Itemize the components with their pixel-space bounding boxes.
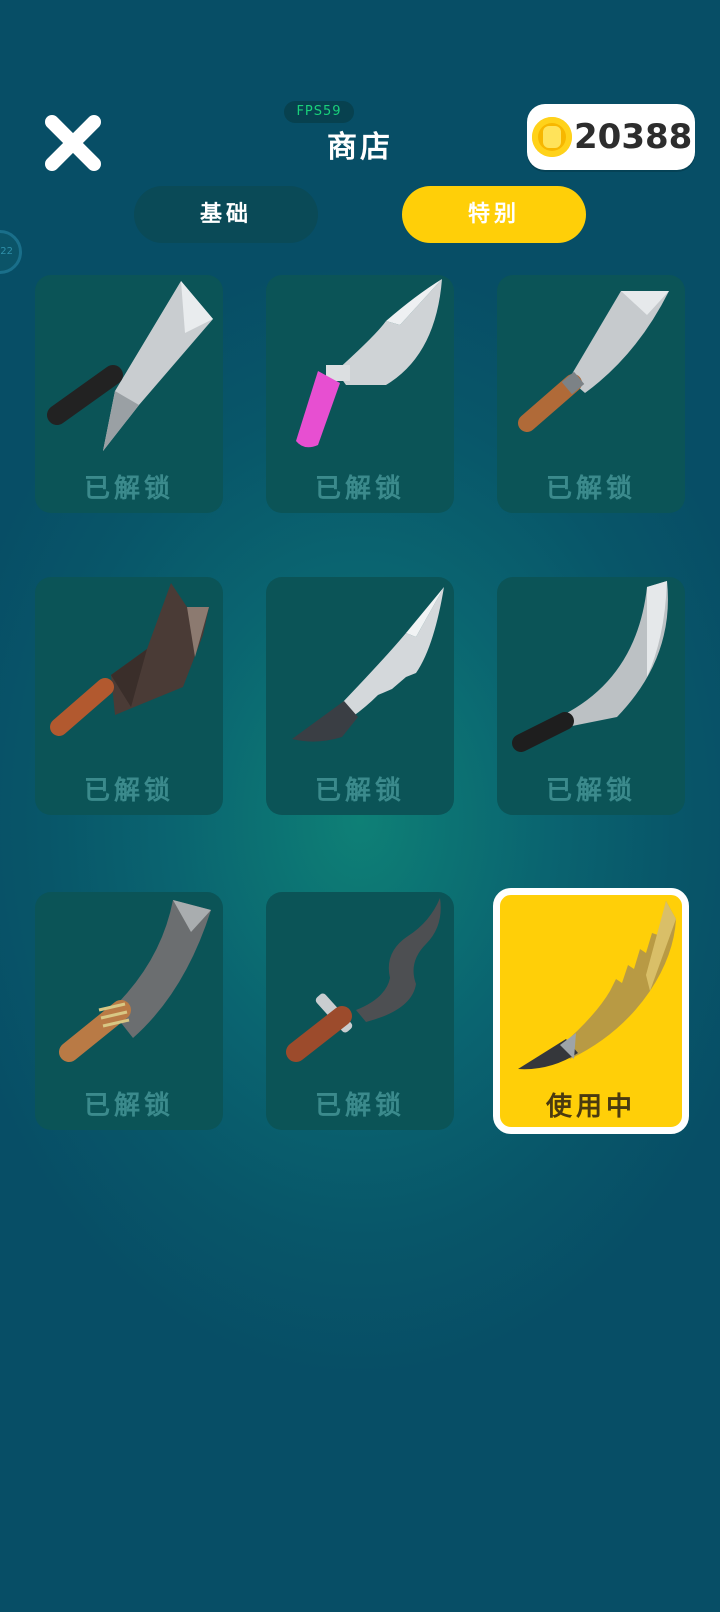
tab-basic[interactable]: 基础 — [134, 186, 318, 243]
shop-item-machete[interactable]: 已解锁 — [35, 892, 223, 1130]
side-level-badge[interactable]: 22 — [0, 230, 22, 274]
page-title: 商店 — [327, 130, 393, 165]
tactical-knife-icon — [292, 587, 444, 742]
chef-knife-icon — [518, 291, 669, 432]
item-status: 已解锁 — [83, 474, 174, 504]
close-icon[interactable] — [38, 108, 108, 178]
curved-blade-icon — [512, 581, 668, 752]
close-button[interactable] — [38, 108, 108, 178]
shop-item-cleaver[interactable]: 已解锁 — [35, 275, 223, 513]
golden-saw-blade-icon — [518, 901, 676, 1070]
shop-item-pink-handle-knife[interactable]: 已解锁 — [266, 275, 454, 513]
item-status: 使用中 — [545, 1092, 636, 1122]
item-status: 已解锁 — [83, 776, 174, 806]
side-badge-text: 22 — [0, 246, 13, 257]
item-status: 已解锁 — [314, 776, 405, 806]
shop-item-golden-saw-blade[interactable]: 使用中 — [493, 888, 689, 1134]
item-status: 已解锁 — [545, 474, 636, 504]
shop-item-kris-dagger[interactable]: 已解锁 — [266, 892, 454, 1130]
machete-icon — [59, 900, 211, 1062]
hook-cleaver-icon — [50, 583, 209, 736]
pink-knife-icon — [296, 279, 442, 448]
tab-special[interactable]: 特别 — [402, 186, 586, 243]
item-status: 已解锁 — [314, 1091, 405, 1121]
shop-item-hook-cleaver[interactable]: 已解锁 — [35, 577, 223, 815]
kris-dagger-icon — [286, 898, 441, 1062]
coin-count: 20388 — [574, 117, 693, 157]
item-status: 已解锁 — [314, 474, 405, 504]
item-status: 已解锁 — [545, 776, 636, 806]
item-status: 已解锁 — [83, 1091, 174, 1121]
shop-item-chef-knife[interactable]: 已解锁 — [497, 275, 685, 513]
fps-counter: FPS59 — [284, 101, 354, 123]
cleaver-icon — [47, 281, 213, 451]
coin-icon-highlight — [543, 126, 561, 148]
shop-item-curved-blade[interactable]: 已解锁 — [497, 577, 685, 815]
shop-item-tactical-knife[interactable]: 已解锁 — [266, 577, 454, 815]
